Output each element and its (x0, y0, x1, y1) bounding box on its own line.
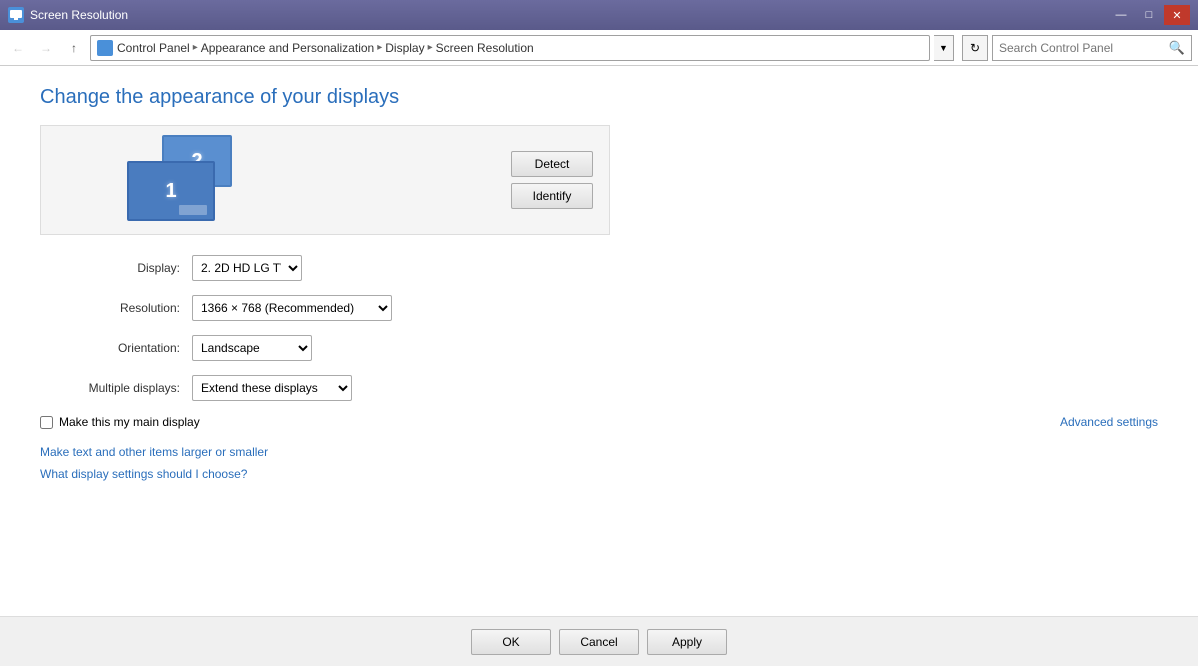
address-path[interactable]: Control Panel ▸ Appearance and Personali… (90, 35, 930, 61)
display-preview: 2 1 Detect Identify (40, 125, 610, 235)
monitor-container: 2 1 (117, 135, 257, 225)
help-link-text-size[interactable]: Make text and other items larger or smal… (40, 445, 1158, 459)
detect-identify-panel: Detect Identify (511, 151, 593, 209)
window-controls: — □ ✕ (1108, 5, 1190, 25)
page-title: Change the appearance of your displays (40, 86, 1158, 109)
breadcrumb-control-panel: Control Panel (117, 41, 190, 55)
title-bar-left: Screen Resolution (8, 7, 128, 23)
window-title: Screen Resolution (30, 8, 128, 22)
orientation-select[interactable]: Landscape Portrait Landscape (flipped) P… (192, 335, 312, 361)
minimize-button[interactable]: — (1108, 5, 1134, 25)
multiple-displays-select[interactable]: Extend these displays Duplicate these di… (192, 375, 352, 401)
detect-button[interactable]: Detect (511, 151, 593, 177)
resolution-row: Resolution: 1366 × 768 (Recommended) 128… (40, 295, 1158, 321)
display-label: Display: (40, 261, 180, 275)
checkbox-row: Make this my main display Advanced setti… (40, 415, 1158, 429)
apply-button[interactable]: Apply (647, 629, 727, 655)
display-row: Display: 2. 2D HD LG TV 1. Generic Non-P… (40, 255, 1158, 281)
refresh-button[interactable]: ↻ (962, 35, 988, 61)
bottom-bar: OK Cancel Apply (0, 616, 1198, 666)
orientation-label: Orientation: (40, 341, 180, 355)
advanced-settings-link[interactable]: Advanced settings (1060, 415, 1158, 429)
forward-button[interactable]: → (34, 36, 58, 60)
breadcrumb-appearance: Appearance and Personalization (201, 41, 374, 55)
home-icon (97, 40, 113, 56)
main-display-label[interactable]: Make this my main display (59, 415, 200, 429)
back-button[interactable]: ← (6, 36, 30, 60)
display-select[interactable]: 2. 2D HD LG TV 1. Generic Non-PnP Monito… (192, 255, 302, 281)
resolution-select[interactable]: 1366 × 768 (Recommended) 1280 × 720 1024… (192, 295, 392, 321)
multiple-displays-row: Multiple displays: Extend these displays… (40, 375, 1158, 401)
search-box[interactable]: 🔍 (992, 35, 1192, 61)
up-button[interactable]: ↑ (62, 36, 86, 60)
close-button[interactable]: ✕ (1164, 5, 1190, 25)
ok-button[interactable]: OK (471, 629, 551, 655)
identify-button[interactable]: Identify (511, 183, 593, 209)
maximize-button[interactable]: □ (1136, 5, 1162, 25)
search-icon: 🔍 (1169, 40, 1185, 56)
resolution-label: Resolution: (40, 301, 180, 315)
address-bar: ← → ↑ Control Panel ▸ Appearance and Per… (0, 30, 1198, 66)
monitor-1-label: 1 (165, 180, 176, 203)
breadcrumb-screen-resolution: Screen Resolution (436, 41, 534, 55)
monitor-icon (8, 7, 24, 23)
main-content: Change the appearance of your displays 2… (0, 66, 1198, 666)
help-link-display-settings[interactable]: What display settings should I choose? (40, 467, 1158, 481)
breadcrumb-display: Display (385, 41, 424, 55)
address-dropdown[interactable]: ▼ (934, 35, 954, 61)
cancel-button[interactable]: Cancel (559, 629, 639, 655)
main-display-checkbox[interactable] (40, 416, 53, 429)
monitor-1[interactable]: 1 (127, 161, 215, 221)
title-bar: Screen Resolution — □ ✕ (0, 0, 1198, 30)
orientation-row: Orientation: Landscape Portrait Landscap… (40, 335, 1158, 361)
search-input[interactable] (999, 41, 1165, 55)
multiple-displays-label: Multiple displays: (40, 381, 180, 395)
